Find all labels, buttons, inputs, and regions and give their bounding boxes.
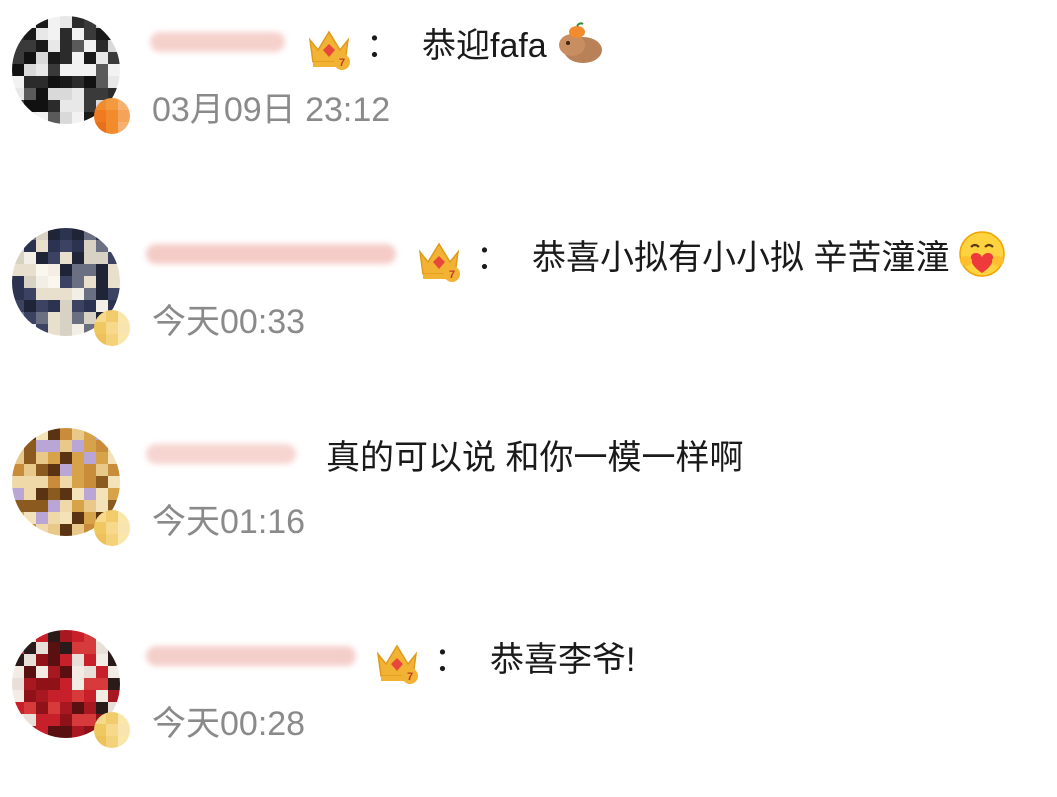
comment-item: 7 ： 恭喜李爷! 今天00:28 xyxy=(0,614,1057,764)
username[interactable] xyxy=(146,232,396,276)
colon: ： xyxy=(434,640,468,679)
crown-icon[interactable]: 7 xyxy=(304,22,354,72)
verified-badge-icon xyxy=(94,98,130,134)
hug-heart-emoji-icon xyxy=(959,231,1006,277)
verified-badge-icon xyxy=(94,310,130,346)
svg-text:7: 7 xyxy=(407,671,413,683)
comment-time: 03月09日 23:12 xyxy=(152,91,391,129)
comment-text-row: ： 恭喜李爷! xyxy=(434,626,635,686)
capybara-emoji-icon xyxy=(558,22,602,63)
comment-item: 7 ： 恭迎fafa 03月09日 23:12 xyxy=(0,0,1057,150)
comment-item: 7 ： 恭喜小拟有小小拟 辛苦潼潼 今天00:33 xyxy=(0,212,1057,362)
comment-text-row: 真的可以说 和你一模一样啊 xyxy=(326,424,743,484)
verified-badge-icon xyxy=(94,712,130,748)
username[interactable] xyxy=(150,20,285,64)
username[interactable] xyxy=(146,432,296,476)
comment-text: 恭喜小拟有小小拟 辛苦潼潼 xyxy=(532,238,950,277)
svg-text:7: 7 xyxy=(339,57,345,69)
comment-time: 今天00:28 xyxy=(152,705,306,743)
username[interactable] xyxy=(146,634,356,678)
comment-text-row: ： 恭喜小拟有小小拟 辛苦潼潼 xyxy=(476,224,1007,284)
crown-icon[interactable]: 7 xyxy=(372,636,422,686)
avatar[interactable] xyxy=(12,428,130,546)
comment-time: 今天01:16 xyxy=(152,503,306,541)
comment-item: 真的可以说 和你一模一样啊 今天01:16 xyxy=(0,412,1057,562)
svg-text:7: 7 xyxy=(449,269,455,281)
comment-text-row: ： 恭迎fafa xyxy=(366,12,605,72)
comment-text: 恭迎fafa xyxy=(422,26,547,65)
comment-time: 今天00:33 xyxy=(152,303,306,341)
crown-icon[interactable]: 7 xyxy=(414,234,464,284)
avatar[interactable] xyxy=(12,630,130,748)
verified-badge-icon xyxy=(94,510,130,546)
avatar[interactable] xyxy=(12,228,130,346)
comment-text: 真的可以说 和你一模一样啊 xyxy=(326,438,744,477)
colon: ： xyxy=(366,26,400,65)
avatar[interactable] xyxy=(12,16,130,134)
colon: ： xyxy=(476,238,510,277)
comment-text: 恭喜李爷! xyxy=(490,640,636,679)
